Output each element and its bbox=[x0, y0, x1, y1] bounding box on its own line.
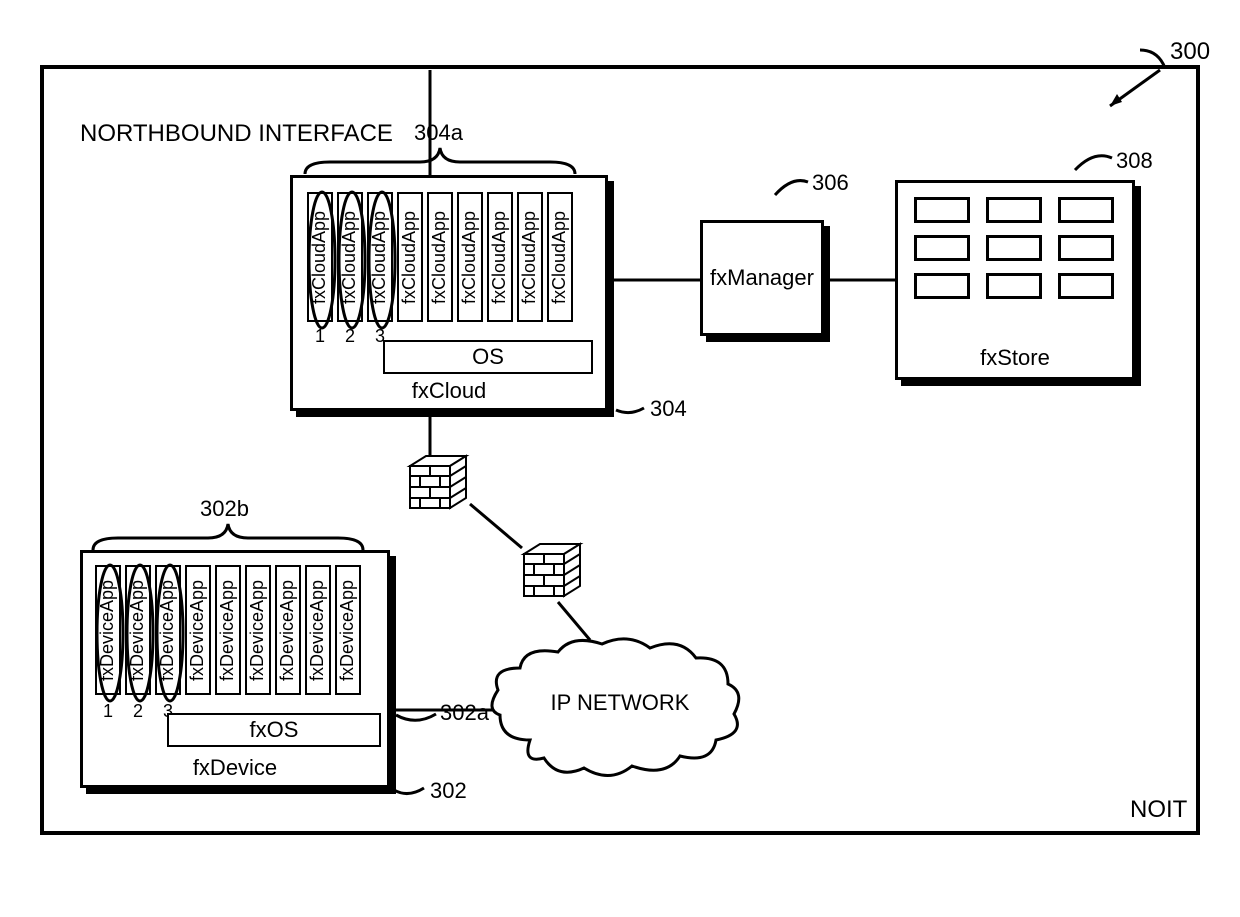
fxdevice-app-8: fxDeviceApp bbox=[305, 565, 331, 695]
fxstore-panel: fxStore bbox=[895, 180, 1135, 380]
diagram-stage: 300 NORTHBOUND INTERFACE NOIT fxCloudApp… bbox=[0, 0, 1240, 917]
fxdevice-apps-row: fxDeviceApp fxDeviceApp fxDeviceApp fxDe… bbox=[95, 565, 361, 695]
fxcloud-app-2: fxCloudApp bbox=[337, 192, 363, 322]
fxstore-title: fxStore bbox=[898, 345, 1132, 371]
fxcloud-app-6: fxCloudApp bbox=[457, 192, 483, 322]
fxdevice-panel: fxDeviceApp fxDeviceApp fxDeviceApp fxDe… bbox=[80, 550, 390, 788]
fxdevice-app-9: fxDeviceApp bbox=[335, 565, 361, 695]
fxmanager-label: fxManager bbox=[710, 265, 814, 291]
fxcloud-app-1: fxCloudApp bbox=[307, 192, 333, 322]
fxdevice-os: fxOS bbox=[167, 713, 381, 747]
ref-306: 306 bbox=[812, 170, 849, 196]
fxcloud-title: fxCloud bbox=[293, 378, 605, 404]
fxstore-grid bbox=[914, 197, 1116, 299]
fxdevice-app-1: fxDeviceApp bbox=[95, 565, 121, 695]
fxcloud-os: OS bbox=[383, 340, 593, 374]
fxcloud-app-9: fxCloudApp bbox=[547, 192, 573, 322]
ip-network-label: IP NETWORK bbox=[520, 690, 720, 716]
ref-302b: 302b bbox=[200, 496, 249, 522]
ref-304a: 304a bbox=[414, 120, 463, 146]
fxcloud-app-5: fxCloudApp bbox=[427, 192, 453, 322]
fxcloud-panel: fxCloudApp fxCloudApp fxCloudApp fxCloud… bbox=[290, 175, 608, 411]
fxdevice-app-4: fxDeviceApp bbox=[185, 565, 211, 695]
fxcloud-app-3: fxCloudApp bbox=[367, 192, 393, 322]
ref-300: 300 bbox=[1170, 38, 1210, 66]
fxcloud-app-4: fxCloudApp bbox=[397, 192, 423, 322]
firewall-2 bbox=[520, 540, 584, 600]
fxcloud-app-7: fxCloudApp bbox=[487, 192, 513, 322]
fxdevice-app-6: fxDeviceApp bbox=[245, 565, 271, 695]
ref-308: 308 bbox=[1116, 148, 1153, 174]
firewall-1 bbox=[406, 452, 470, 512]
northbound-label: NORTHBOUND INTERFACE bbox=[80, 120, 393, 148]
fxmanager-box: fxManager bbox=[700, 220, 824, 336]
fxcloud-apps-row: fxCloudApp fxCloudApp fxCloudApp fxCloud… bbox=[307, 192, 573, 322]
fxdevice-app-2: fxDeviceApp bbox=[125, 565, 151, 695]
fxdevice-app-5: fxDeviceApp bbox=[215, 565, 241, 695]
fxcloud-nums: 123 bbox=[307, 326, 393, 347]
ref-302: 302 bbox=[430, 778, 467, 804]
ref-304: 304 bbox=[650, 396, 687, 422]
noit-label: NOIT bbox=[1130, 796, 1187, 824]
fxdevice-title: fxDevice bbox=[83, 755, 387, 781]
fxdevice-app-7: fxDeviceApp bbox=[275, 565, 301, 695]
fxdevice-app-3: fxDeviceApp bbox=[155, 565, 181, 695]
fxcloud-app-8: fxCloudApp bbox=[517, 192, 543, 322]
